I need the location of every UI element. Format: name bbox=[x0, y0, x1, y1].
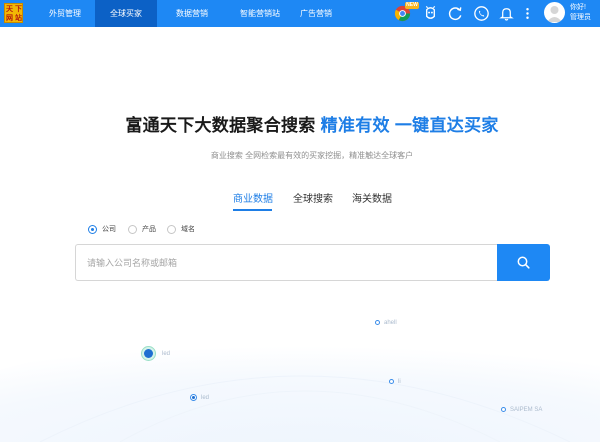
map-pin[interactable] bbox=[501, 407, 506, 412]
tab-customs-data[interactable]: 海关数据 bbox=[352, 193, 392, 206]
radio-label: 域名 bbox=[181, 226, 195, 233]
top-nav-bar: 天 下 网 站 外贸管理 全球买家 数据营销 智能营销站 广告营销 NEW 你好… bbox=[0, 0, 600, 27]
phone-icon[interactable] bbox=[472, 4, 491, 23]
nav-item-global-buyers[interactable]: 全球买家 bbox=[95, 0, 157, 27]
tab-global-search[interactable]: 全球搜索 bbox=[293, 193, 333, 206]
logo-char: 站 bbox=[15, 14, 22, 22]
title-accent: 精准有效 一键直达买家 bbox=[320, 116, 499, 135]
bell-icon[interactable] bbox=[497, 4, 516, 23]
map-label: led bbox=[162, 351, 171, 357]
map-pin[interactable] bbox=[389, 379, 394, 384]
globe-map-decoration bbox=[0, 322, 600, 442]
search-input[interactable] bbox=[75, 244, 498, 281]
ai-assistant-icon[interactable] bbox=[421, 4, 440, 23]
map-pin[interactable] bbox=[191, 395, 196, 400]
logo-char: 天 bbox=[6, 5, 13, 13]
radio-dot bbox=[88, 225, 97, 234]
new-badge: NEW bbox=[405, 2, 419, 9]
active-tab-indicator bbox=[233, 209, 272, 211]
search-bar bbox=[75, 244, 550, 281]
radio-company[interactable]: 公司 bbox=[88, 223, 128, 237]
nav-item-data-marketing[interactable]: 数据营销 bbox=[162, 0, 222, 27]
more-vertical-icon[interactable] bbox=[518, 4, 537, 23]
radio-product[interactable]: 产品 bbox=[128, 223, 168, 237]
map-pin-highlight[interactable] bbox=[141, 346, 156, 361]
map-label: ahell bbox=[384, 320, 397, 326]
radio-domain[interactable]: 域名 bbox=[167, 223, 207, 237]
search-icon bbox=[517, 256, 530, 269]
page-subtitle: 商业搜索 全网检索最有效的买家挖掘，精准触达全球客户 bbox=[210, 151, 414, 160]
avatar[interactable] bbox=[544, 2, 565, 23]
title-main: 富通天下大数据聚合搜索 bbox=[125, 116, 316, 135]
user-greeting: 你好! bbox=[570, 4, 586, 11]
radio-dot bbox=[128, 225, 137, 234]
user-avatar-icon bbox=[547, 6, 562, 22]
logo-char: 下 bbox=[15, 5, 22, 13]
radio-label: 产品 bbox=[142, 226, 156, 233]
page-title: 富通天下大数据聚合搜索 精准有效 一键直达买家 bbox=[0, 111, 600, 136]
map-label: led bbox=[201, 395, 210, 401]
radio-label: 公司 bbox=[102, 226, 116, 233]
map-pin[interactable] bbox=[375, 320, 380, 325]
nav-item-ad-marketing[interactable]: 广告营销 bbox=[286, 0, 346, 27]
radio-dot bbox=[167, 225, 176, 234]
brand-logo[interactable]: 天 下 网 站 bbox=[4, 3, 23, 23]
nav-item-trade-management[interactable]: 外贸管理 bbox=[35, 0, 95, 27]
map-label: SAIPEM SA bbox=[510, 407, 543, 413]
user-role: 管理员 bbox=[570, 14, 591, 21]
refresh-icon[interactable] bbox=[446, 4, 465, 23]
logo-char: 网 bbox=[6, 14, 13, 22]
tab-business-data[interactable]: 商业数据 bbox=[233, 193, 273, 206]
search-button[interactable] bbox=[497, 244, 550, 281]
map-label: li bbox=[398, 379, 401, 385]
